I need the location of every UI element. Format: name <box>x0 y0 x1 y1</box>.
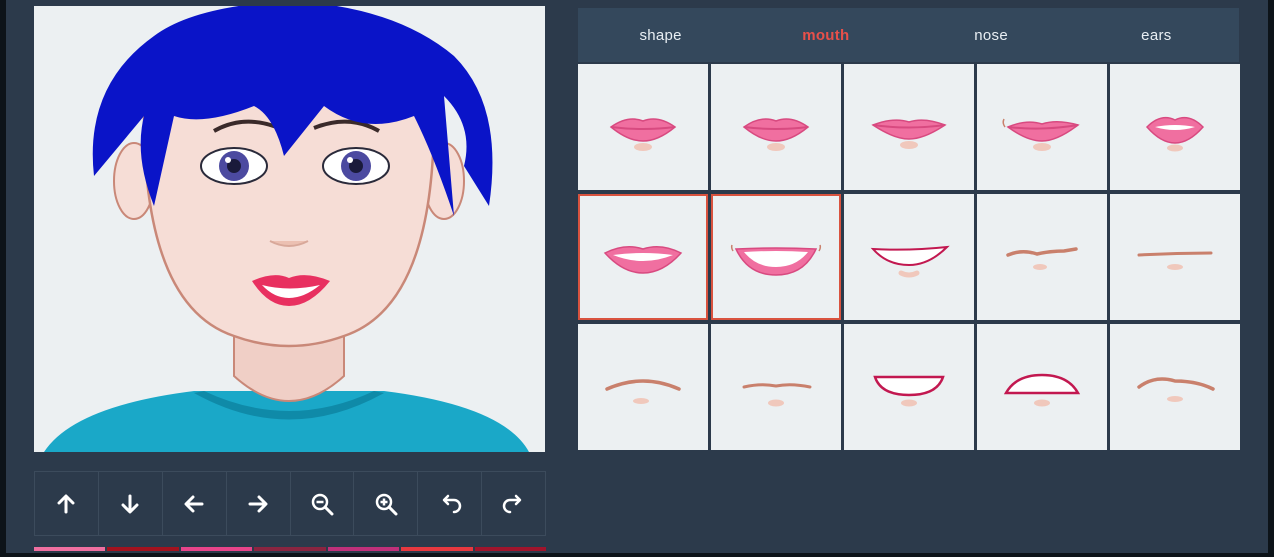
zoom-out-icon <box>311 493 334 515</box>
window-border-left <box>0 0 6 557</box>
mouth-option[interactable] <box>1110 324 1240 450</box>
color-swatch[interactable] <box>474 547 546 551</box>
avatar-toolbar <box>34 471 546 536</box>
mouth-option[interactable] <box>578 64 708 190</box>
mouth-option[interactable] <box>844 324 974 450</box>
tab-ears[interactable]: ears <box>1074 8 1239 62</box>
mouth-option[interactable] <box>977 194 1107 320</box>
mouth-line-wavy-icon <box>1006 247 1078 270</box>
mouth-option[interactable] <box>844 64 974 190</box>
avatar-illustration <box>44 6 529 452</box>
mouth-line-smirk-icon <box>1137 377 1215 402</box>
arrow-up-icon <box>57 494 75 513</box>
mouth-lips-open-small-icon <box>1145 116 1205 152</box>
arrow-right-icon <box>248 495 268 512</box>
mouth-lips-closed-icon <box>742 118 810 151</box>
color-swatches <box>34 547 546 553</box>
color-swatch[interactable] <box>180 547 253 551</box>
avatar-preview <box>34 6 545 452</box>
redo-button[interactable] <box>481 472 546 535</box>
mouth-line-thin-icon <box>1137 251 1213 270</box>
mouth-option[interactable] <box>578 194 708 320</box>
mouth-lips-wide-icon <box>871 119 947 149</box>
color-swatch[interactable] <box>401 547 473 551</box>
mouth-outline-open-down-icon <box>873 375 945 407</box>
color-swatch[interactable] <box>34 547 106 551</box>
tab-mouth[interactable]: mouth <box>743 8 908 62</box>
move-left-button[interactable] <box>161 472 226 535</box>
feature-tabs: shape mouth nose ears <box>578 8 1239 62</box>
color-swatch[interactable] <box>107 547 179 551</box>
tab-nose[interactable]: nose <box>909 8 1074 62</box>
mouth-option[interactable] <box>1110 64 1240 190</box>
color-swatch[interactable] <box>254 547 326 551</box>
mouth-line-flat-icon <box>742 383 812 407</box>
zoom-out-button[interactable] <box>289 472 354 535</box>
mouth-outline-open-up-icon <box>1003 373 1081 407</box>
mouth-lips-teeth-smile-icon <box>730 244 822 276</box>
mouth-option[interactable] <box>711 64 841 190</box>
mouth-option[interactable] <box>977 324 1107 450</box>
arrow-down-icon <box>121 494 139 513</box>
tab-shape[interactable]: shape <box>578 8 743 62</box>
color-swatch[interactable] <box>327 547 400 551</box>
window-border-bottom <box>0 553 1274 557</box>
mouth-line-arc-icon <box>605 379 681 404</box>
zoom-in-icon <box>375 493 398 515</box>
move-down-button[interactable] <box>97 472 162 535</box>
move-up-button[interactable] <box>34 472 98 535</box>
mouth-option[interactable] <box>711 194 841 320</box>
mouth-option[interactable] <box>711 324 841 450</box>
redo-icon <box>502 494 521 513</box>
mouth-option[interactable] <box>578 324 708 450</box>
move-right-button[interactable] <box>225 472 290 535</box>
arrow-left-icon <box>184 495 204 512</box>
mouth-option[interactable] <box>1110 194 1240 320</box>
mouth-options-grid <box>578 64 1240 452</box>
mouth-option[interactable] <box>844 194 974 320</box>
mouth-lips-smirk-icon <box>1002 118 1080 151</box>
window-border-right <box>1268 0 1274 557</box>
mouth-outline-smile-icon <box>870 245 950 278</box>
mouth-option[interactable] <box>977 64 1107 190</box>
mouth-lips-closed-icon <box>609 118 677 151</box>
mouth-lips-open-icon <box>603 246 683 274</box>
undo-icon <box>442 494 461 513</box>
undo-button[interactable] <box>417 472 481 535</box>
zoom-in-button[interactable] <box>353 472 417 535</box>
